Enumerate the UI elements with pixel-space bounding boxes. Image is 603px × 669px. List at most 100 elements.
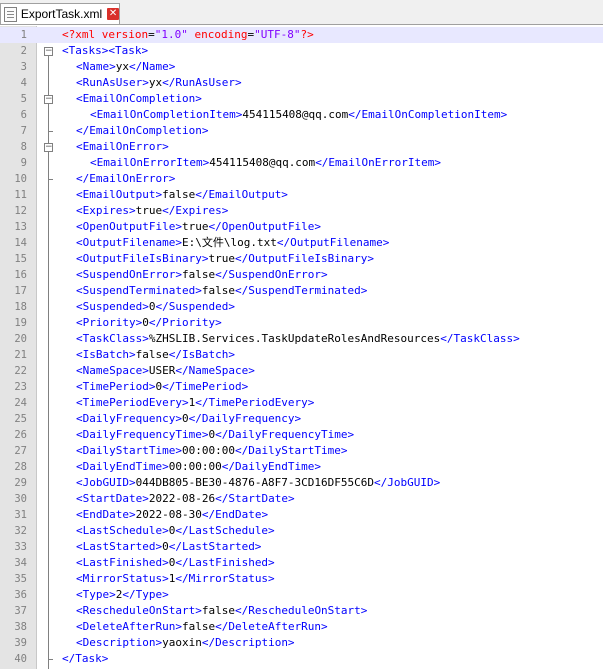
code-text: <EmailOnCompletion> xyxy=(76,91,202,107)
code-text: <LastFinished>0</LastFinished> xyxy=(76,555,275,571)
xml-open-tag: <EndDate> xyxy=(76,508,136,521)
code-line: 16 <SuspendOnError>false</SuspendOnError> xyxy=(0,267,603,283)
fold-toggle-icon[interactable]: − xyxy=(44,47,53,56)
code-text: <NameSpace>USER</NameSpace> xyxy=(76,363,255,379)
code-line: 8 <EmailOnError> xyxy=(0,139,603,155)
xml-close-tag: </RescheduleOnStart> xyxy=(234,604,368,617)
line-number: 16 xyxy=(14,269,27,281)
xml-close-tag: </DeleteAfterRun> xyxy=(215,620,328,633)
code-line: 20 <TaskClass>%ZHSLIB.Services.TaskUpdate… xyxy=(0,331,603,347)
line-number: 34 xyxy=(14,557,27,569)
line-number: 23 xyxy=(14,381,27,393)
code-line: 13 <OpenOutputFile>true</OpenOutputFile> xyxy=(0,219,603,235)
code-text: <EmailOutput>false</EmailOutput> xyxy=(76,187,288,203)
line-number: 25 xyxy=(14,413,27,425)
code-line: 17 <SuspendTerminated>false</SuspendTermi… xyxy=(0,283,603,299)
code-line: 19 <Priority>0</Priority> xyxy=(0,315,603,331)
xml-open-tag: <SuspendTerminated> xyxy=(76,284,202,297)
xml-declaration-open: <?xml xyxy=(62,28,102,41)
code-text: <Description>yaoxin</Description> xyxy=(76,635,295,651)
code-text: <EndDate>2022-08-30</EndDate> xyxy=(76,507,268,523)
code-text: <OutputFilename>E:\文件\log.txt</OutputFil… xyxy=(76,235,389,251)
code-text: <JobGUID>044DB805-BE30-4876-A8F7-3CD16DF… xyxy=(76,475,440,491)
xml-tag: </EmailOnCompletion> xyxy=(76,124,209,137)
xml-tag: </EmailOnError> xyxy=(76,172,176,185)
attribute-value: "1.0" xyxy=(154,28,188,41)
code-line: 35 <MirrorStatus>1</MirrorStatus> xyxy=(0,571,603,587)
code-line: 1 <?xml version="1.0" encoding="UTF-8"?> xyxy=(0,27,603,43)
code-text: <DailyFrequencyTime>0</DailyFrequencyTim… xyxy=(76,427,354,443)
xml-text-value: 454115408@qq.com xyxy=(242,108,349,121)
code-text: <Expires>true</Expires> xyxy=(76,203,228,219)
xml-close-tag: </OutputFilename> xyxy=(276,236,390,249)
code-text: <RescheduleOnStart>false</RescheduleOnSt… xyxy=(76,603,367,619)
xml-close-tag: </OpenOutputFile> xyxy=(208,220,322,233)
code-line: 15 <OutputFileIsBinary>true</OutputFileIs… xyxy=(0,251,603,267)
line-number: 38 xyxy=(14,621,27,633)
xml-close-tag: </RunAsUser> xyxy=(162,76,242,89)
xml-text-value: false xyxy=(201,604,235,617)
xml-close-tag: </EndDate> xyxy=(201,508,269,521)
line-number: 36 xyxy=(14,589,27,601)
line-number: 8 xyxy=(20,141,27,153)
xml-tag: <Task> xyxy=(108,44,149,57)
line-number: 5 xyxy=(20,93,27,105)
fold-toggle-icon[interactable]: − xyxy=(44,95,53,104)
code-text: <RunAsUser>yx</RunAsUser> xyxy=(76,75,242,91)
xml-open-tag: <TaskClass> xyxy=(76,332,149,345)
attribute-name: version xyxy=(101,28,149,41)
line-number: 11 xyxy=(14,189,27,201)
xml-open-tag: <LastFinished> xyxy=(76,556,169,569)
xml-open-tag: <EmailOutput> xyxy=(76,188,163,201)
code-text: <TimePeriodEvery>1</TimePeriodEvery> xyxy=(76,395,314,411)
line-number: 3 xyxy=(20,61,27,73)
code-text: <DailyFrequency>0</DailyFrequency> xyxy=(76,411,301,427)
code-line: 18 <Suspended>0</Suspended> xyxy=(0,299,603,315)
code-line: 10 </EmailOnError> xyxy=(0,171,603,187)
code-line: 3 <Name>yx</Name> xyxy=(0,59,603,75)
fold-toggle-icon[interactable]: − xyxy=(44,143,53,152)
code-text: <Priority>0</Priority> xyxy=(76,315,222,331)
code-text: <DailyEndTime>00:00:00</DailyEndTime> xyxy=(76,459,321,475)
line-number: 12 xyxy=(14,205,27,217)
code-text: <Name>yx</Name> xyxy=(76,59,175,75)
code-line: 29 <JobGUID>044DB805-BE30-4876-A8F7-3CD16… xyxy=(0,475,603,491)
tab-exporttask-xml[interactable]: ExportTask.xml ✕ xyxy=(0,3,120,24)
xml-close-tag: </NameSpace> xyxy=(175,364,255,377)
line-number: 7 xyxy=(20,125,27,137)
xml-open-tag: <Type> xyxy=(76,588,116,601)
code-line: 34 <LastFinished>0</LastFinished> xyxy=(0,555,603,571)
xml-text-value: yx xyxy=(115,60,129,73)
xml-close-tag: </DailyStartTime> xyxy=(234,444,348,457)
xml-open-tag: <OutputFileIsBinary> xyxy=(76,252,209,265)
xml-open-tag: <JobGUID> xyxy=(76,476,136,489)
line-number: 29 xyxy=(14,477,27,489)
code-line: 23 <TimePeriod>0</TimePeriod> xyxy=(0,379,603,395)
line-number: 24 xyxy=(14,397,27,409)
code-text: <MirrorStatus>1</MirrorStatus> xyxy=(76,571,275,587)
xml-text-value: %ZHSLIB.Services.TaskUpdateRolesAndResou… xyxy=(148,332,441,345)
close-tab-button[interactable]: ✕ xyxy=(107,8,119,20)
xml-close-tag: </EmailOnErrorItem> xyxy=(315,156,442,169)
code-line: 28 <DailyEndTime>00:00:00</DailyEndTime> xyxy=(0,459,603,475)
code-text: <IsBatch>false</IsBatch> xyxy=(76,347,235,363)
code-text: <EmailOnCompletionItem>454115408@qq.com<… xyxy=(90,107,507,123)
line-number: 1 xyxy=(20,29,27,41)
code-text: <OutputFileIsBinary>true</OutputFileIsBi… xyxy=(76,251,374,267)
code-line: 11 <EmailOutput>false</EmailOutput> xyxy=(0,187,603,203)
attribute-value: "UTF-8" xyxy=(254,28,301,41)
line-number: 20 xyxy=(14,333,27,345)
xml-open-tag: <IsBatch> xyxy=(76,348,136,361)
line-number: 39 xyxy=(14,637,27,649)
code-editor[interactable]: 1 <?xml version="1.0" encoding="UTF-8"?> 2… xyxy=(0,26,603,669)
xml-text-value: false xyxy=(135,348,169,361)
xml-close-tag: </StartDate> xyxy=(215,492,295,505)
xml-text-value: 044DB805-BE30-4876-A8F7-3CD16DF55C6D xyxy=(135,476,375,489)
xml-open-tag: <EmailOnCompletionItem> xyxy=(90,108,243,121)
xml-text-value: 2022-08-26 xyxy=(148,492,216,505)
xml-close-tag: </TimePeriodEvery> xyxy=(195,396,315,409)
code-text: <?xml version="1.0" encoding="UTF-8"?> xyxy=(62,28,314,41)
xml-close-tag: </Name> xyxy=(129,60,176,73)
xml-text-value: 00:00:00 xyxy=(168,460,222,473)
code-text: </EmailOnCompletion> xyxy=(76,123,208,139)
